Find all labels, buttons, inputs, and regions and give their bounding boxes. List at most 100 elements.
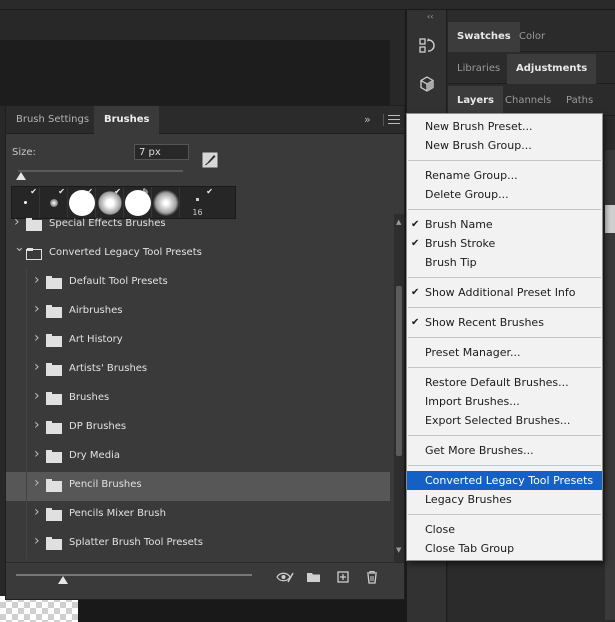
menu-item-label: Close Tab Group bbox=[425, 542, 515, 555]
menu-item-label: Brush Tip bbox=[425, 256, 477, 269]
brush-group-label: Default Tool Presets bbox=[69, 276, 168, 287]
menu-item[interactable]: New Brush Preset... bbox=[407, 117, 602, 136]
indent-guide bbox=[26, 530, 27, 559]
brush-group-row[interactable]: › Special Effects Brushes bbox=[6, 214, 390, 240]
tab-adjustments[interactable]: Adjustments bbox=[507, 54, 597, 84]
menu-item[interactable]: ✔ Brush Stroke bbox=[407, 234, 602, 253]
menu-item-label: Delete Group... bbox=[425, 188, 509, 201]
size-slider-track[interactable] bbox=[18, 170, 183, 172]
chevron-right-icon[interactable]: › bbox=[34, 360, 42, 374]
tab-swatches[interactable]: Swatches bbox=[448, 22, 520, 52]
folder-icon bbox=[26, 248, 42, 260]
indent-guide bbox=[26, 414, 27, 443]
menu-item[interactable]: Restore Default Brushes... bbox=[407, 373, 602, 392]
brush-group-row[interactable]: › Splatter Brush Tool Presets bbox=[6, 530, 390, 559]
scrollbar-thumb[interactable] bbox=[396, 286, 402, 456]
tab-layers[interactable]: Layers bbox=[448, 86, 503, 116]
collapse-dock-icon[interactable]: ‹‹ bbox=[427, 12, 433, 21]
chevron-right-icon[interactable]: › bbox=[34, 273, 42, 287]
collapse-panel-icon[interactable]: » bbox=[364, 113, 371, 126]
chevron-right-icon[interactable]: › bbox=[34, 389, 42, 403]
brush-group-label: Special Effects Brushes bbox=[49, 218, 166, 229]
menu-item[interactable]: ✔ Show Recent Brushes bbox=[407, 313, 602, 332]
menu-separator bbox=[408, 367, 601, 368]
menu-item[interactable]: Brush Tip bbox=[407, 253, 602, 272]
menu-item[interactable]: New Brush Group... bbox=[407, 136, 602, 155]
menu-item-label: Preset Manager... bbox=[425, 346, 521, 359]
chevron-right-icon[interactable]: › bbox=[34, 534, 42, 548]
canvas-document-region bbox=[0, 40, 390, 106]
menu-item-label: Converted Legacy Tool Presets bbox=[425, 474, 594, 487]
indent-guide bbox=[26, 298, 27, 327]
folder-icon bbox=[26, 218, 42, 231]
delete-trash-icon[interactable] bbox=[364, 570, 380, 584]
menu-item[interactable]: Rename Group... bbox=[407, 166, 602, 185]
tab-paths[interactable]: Paths bbox=[557, 86, 602, 116]
brush-group-row[interactable]: › Brushes bbox=[6, 385, 390, 414]
menu-item[interactable]: Close Tab Group bbox=[407, 539, 602, 558]
menu-item[interactable]: Export Selected Brushes... bbox=[407, 411, 602, 430]
preview-size-slider-track[interactable] bbox=[16, 574, 252, 576]
3d-panel-icon[interactable] bbox=[413, 72, 441, 98]
menu-separator bbox=[408, 435, 601, 436]
brush-group-label: DP Brushes bbox=[69, 421, 127, 432]
new-brush-icon[interactable] bbox=[336, 570, 352, 584]
scroll-down-icon[interactable]: ▼ bbox=[396, 546, 401, 554]
brush-edit-icon[interactable] bbox=[202, 152, 218, 168]
folder-icon bbox=[46, 508, 62, 521]
menu-item[interactable]: Converted Legacy Tool Presets bbox=[407, 471, 602, 490]
chevron-right-icon[interactable]: › bbox=[34, 476, 42, 490]
chevron-right-icon[interactable]: › bbox=[34, 505, 42, 519]
menu-item[interactable]: ✔ Brush Name bbox=[407, 215, 602, 234]
indent-guide bbox=[26, 327, 27, 356]
folder-icon bbox=[46, 450, 62, 463]
chevron-right-icon[interactable]: › bbox=[34, 331, 42, 345]
menu-item-label: Show Recent Brushes bbox=[425, 316, 544, 329]
indent-guide bbox=[26, 385, 27, 414]
brush-group-row[interactable]: › DP Brushes bbox=[6, 414, 390, 443]
folder-icon bbox=[46, 479, 62, 492]
chevron-right-icon[interactable]: › bbox=[34, 418, 42, 432]
new-group-folder-icon[interactable] bbox=[306, 570, 322, 584]
chevron-down-icon[interactable]: ⌄ bbox=[14, 241, 25, 254]
brush-group-row[interactable]: › Dry Media bbox=[6, 443, 390, 472]
menu-item[interactable]: Import Brushes... bbox=[407, 392, 602, 411]
menu-separator bbox=[408, 209, 601, 210]
tab-brushes[interactable]: Brushes bbox=[94, 106, 160, 134]
menu-item[interactable]: Close bbox=[407, 520, 602, 539]
menu-item[interactable]: Preset Manager... bbox=[407, 343, 602, 362]
chevron-right-icon[interactable]: › bbox=[14, 215, 22, 229]
menu-item[interactable]: ✔ Show Additional Preset Info bbox=[407, 283, 602, 302]
tab-brush-settings[interactable]: Brush Settings bbox=[6, 106, 99, 134]
size-slider-knob[interactable] bbox=[16, 172, 27, 180]
menu-item-label: Export Selected Brushes... bbox=[425, 414, 571, 427]
brush-group-row[interactable]: › Artists' Brushes bbox=[6, 356, 390, 385]
indent-guide bbox=[26, 356, 27, 385]
brush-group-row[interactable]: › Art History bbox=[6, 327, 390, 356]
brush-group-row[interactable]: › Pencil Brushes bbox=[6, 472, 390, 501]
tab-color[interactable]: Color bbox=[510, 22, 554, 52]
chevron-right-icon[interactable]: › bbox=[34, 302, 42, 316]
preview-size-slider-knob[interactable] bbox=[58, 576, 69, 584]
folder-icon bbox=[46, 305, 62, 318]
panel-menu-icon[interactable] bbox=[388, 115, 400, 125]
brushes-panel-tabbar: Brush Settings Brushes » bbox=[6, 106, 404, 134]
menu-item[interactable]: Legacy Brushes bbox=[407, 490, 602, 509]
tab-libraries[interactable]: Libraries bbox=[448, 54, 509, 84]
chevron-right-icon[interactable]: › bbox=[34, 447, 42, 461]
tab-channels[interactable]: Channels bbox=[496, 86, 560, 116]
brush-group-row[interactable]: › Default Tool Presets bbox=[6, 269, 390, 298]
toggle-brush-preview-icon[interactable] bbox=[276, 570, 294, 584]
brush-group-row[interactable]: › Pencils Mixer Brush bbox=[6, 501, 390, 530]
size-input[interactable] bbox=[134, 144, 189, 160]
folder-icon bbox=[46, 392, 62, 405]
menu-item[interactable]: Get More Brushes... bbox=[407, 441, 602, 460]
menu-item-label: Brush Stroke bbox=[425, 237, 496, 250]
check-icon: ✔ bbox=[206, 187, 213, 196]
menu-item-label: Brush Name bbox=[425, 218, 493, 231]
brush-group-row[interactable]: › Airbrushes bbox=[6, 298, 390, 327]
history-panel-icon[interactable] bbox=[413, 33, 441, 59]
menu-item[interactable]: Delete Group... bbox=[407, 185, 602, 204]
scroll-up-icon[interactable]: ▲ bbox=[396, 218, 401, 226]
brush-group-row[interactable]: ⌄ Converted Legacy Tool Presets bbox=[6, 240, 390, 269]
